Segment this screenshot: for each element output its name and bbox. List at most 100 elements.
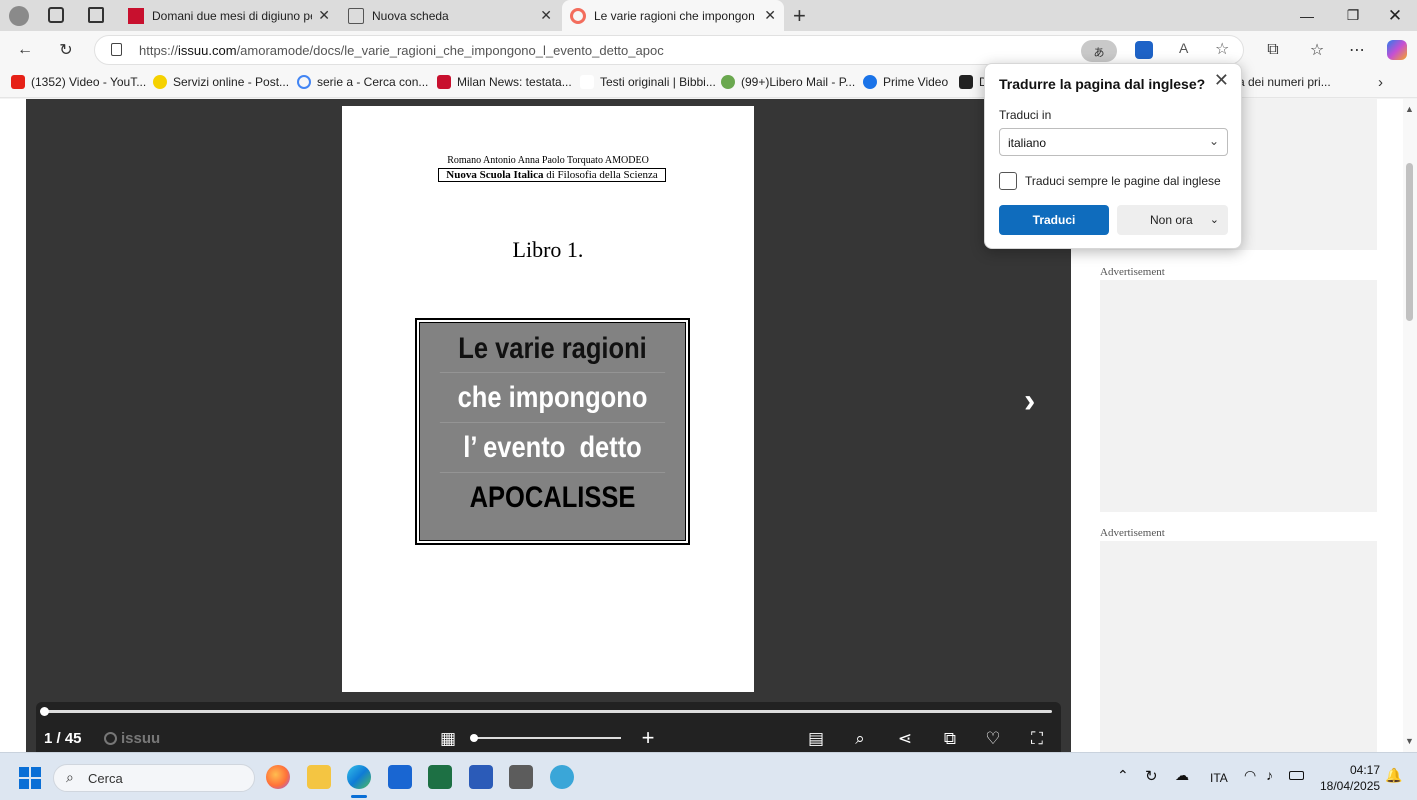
- bookmark-youtube[interactable]: (1352) Video - YouT...: [11, 75, 146, 89]
- zoom-knob[interactable]: [470, 734, 478, 742]
- maximize-button[interactable]: ❐: [1330, 0, 1376, 31]
- refresh-icon[interactable]: ↻: [55, 39, 77, 61]
- workspaces-icon[interactable]: [48, 7, 64, 23]
- tab-strip: Domani due mesi di digiuno per C ✕ Nuova…: [0, 0, 1417, 31]
- issuu-logo-icon: [104, 732, 117, 745]
- like-heart-icon[interactable]: ♡: [982, 729, 1004, 749]
- close-tab-icon[interactable]: ✕: [540, 7, 552, 24]
- favorites-icon[interactable]: ☆: [1306, 39, 1328, 61]
- zoom-slider[interactable]: [470, 734, 621, 742]
- document-author: Romano Antonio Anna Paolo Torquato AMODE…: [447, 155, 649, 166]
- tab-milan-news[interactable]: Domani due mesi di digiuno per C ✕: [120, 0, 338, 31]
- clock-time[interactable]: 04:17: [1350, 763, 1380, 777]
- scroll-down-icon[interactable]: ▼: [1405, 736, 1414, 746]
- notifications-icon[interactable]: 🔔: [1385, 767, 1402, 784]
- word-icon[interactable]: [469, 765, 493, 789]
- tab-actions-icon[interactable]: [88, 7, 104, 23]
- google-icon: [297, 75, 311, 89]
- add-to-stack-icon[interactable]: ⧉: [939, 729, 961, 749]
- fullscreen-icon[interactable]: ⛶: [1026, 729, 1048, 749]
- bookmark-google[interactable]: serie a - Cerca con...: [297, 75, 428, 89]
- calculator-icon[interactable]: [509, 765, 533, 789]
- lock-icon[interactable]: [111, 43, 122, 56]
- ad-label: Advertisement: [1100, 266, 1165, 278]
- progress-knob[interactable]: [40, 707, 49, 716]
- title-line-2: che impongono: [439, 373, 666, 423]
- show-hidden-icons-icon[interactable]: ⌃: [1117, 767, 1129, 784]
- read-aloud-icon[interactable]: A: [1179, 40, 1188, 56]
- chevron-down-icon[interactable]: ⌄: [1210, 213, 1219, 226]
- search-icon[interactable]: ⌕: [849, 729, 871, 749]
- wifi-icon[interactable]: ◠: [1244, 767, 1256, 784]
- close-tab-icon[interactable]: ✕: [764, 7, 776, 24]
- network-app-icon[interactable]: [550, 765, 574, 789]
- title-line-3: l’ evento detto: [439, 423, 666, 473]
- bookmark-prime-video[interactable]: Prime Video: [863, 75, 948, 89]
- language-select[interactable]: italiano ⌄: [999, 128, 1228, 156]
- issuu-viewer[interactable]: Romano Antonio Anna Paolo Torquato AMODE…: [26, 99, 1071, 752]
- next-page-chevron-icon[interactable]: ›: [1024, 382, 1035, 421]
- extension-badge-icon[interactable]: [1135, 41, 1153, 59]
- grid-view-icon[interactable]: ▦: [437, 729, 459, 749]
- close-icon[interactable]: ✕: [1214, 70, 1229, 91]
- favorite-star-icon[interactable]: ☆: [1215, 39, 1229, 59]
- chevron-down-icon: ⌄: [1208, 134, 1219, 148]
- bookmark-numeri[interactable]: a dei numeri pri...: [1238, 75, 1331, 89]
- document-title-box: Le varie ragioni che impongono l’ evento…: [415, 318, 690, 545]
- translate-button[interactable]: Traduci: [999, 205, 1109, 235]
- zoom-in-icon[interactable]: +: [637, 725, 659, 751]
- taskbar-search-input[interactable]: ⌕ Cerca: [53, 764, 255, 792]
- bookmarks-more-icon[interactable]: ›: [1378, 74, 1383, 91]
- page-progress-slider[interactable]: [40, 707, 1052, 716]
- ad-slot: [1100, 280, 1377, 512]
- new-tab-button[interactable]: +: [793, 3, 806, 29]
- share-icon[interactable]: ⋖: [894, 729, 916, 749]
- tab-label: Nuova scheda: [372, 8, 449, 23]
- start-windows-icon[interactable]: [19, 767, 41, 789]
- document-page: Romano Antonio Anna Paolo Torquato AMODE…: [342, 106, 754, 692]
- translate-icon[interactable]: あ: [1081, 40, 1117, 62]
- tab-label: Le varie ragioni che impongono l': [594, 8, 754, 23]
- page-indicator: 1 / 45: [44, 730, 82, 747]
- libero-icon: [721, 75, 735, 89]
- tab-issuu[interactable]: Le varie ragioni che impongono l' ✕: [562, 0, 784, 31]
- store-icon[interactable]: [388, 765, 412, 789]
- bookmark-bibbia[interactable]: Testi originali | Bibbi...: [580, 75, 716, 89]
- bookmark-libero[interactable]: (99+)Libero Mail - P...: [721, 75, 855, 89]
- edge-icon[interactable]: [347, 765, 371, 789]
- firefox-icon[interactable]: [266, 765, 290, 789]
- back-icon[interactable]: ←: [14, 39, 36, 61]
- page-scrollbar[interactable]: ▲ ▼: [1403, 99, 1417, 752]
- onedrive-icon[interactable]: ☁: [1175, 767, 1189, 784]
- bookmark-poste[interactable]: Servizi online - Post...: [153, 75, 289, 89]
- not-now-button[interactable]: Non ora ⌄: [1117, 205, 1228, 235]
- tab-label: Domani due mesi di digiuno per C: [152, 8, 312, 23]
- file-explorer-icon[interactable]: [307, 765, 331, 789]
- sync-icon[interactable]: ↻: [1145, 767, 1158, 785]
- document-book: Libro 1.: [512, 237, 584, 262]
- volume-icon[interactable]: ♪: [1266, 767, 1273, 783]
- scrollbar-thumb[interactable]: [1406, 163, 1413, 321]
- extensions-icon[interactable]: ⧉: [1262, 39, 1284, 61]
- bookmark-milan-news[interactable]: Milan News: testata...: [437, 75, 572, 89]
- address-bar[interactable]: https://issuu.com/amoramode/docs/le_vari…: [94, 35, 1244, 65]
- more-menu-icon[interactable]: ⋯: [1346, 39, 1368, 61]
- minimize-button[interactable]: —: [1284, 0, 1330, 31]
- close-tab-icon[interactable]: ✕: [318, 7, 330, 24]
- battery-icon[interactable]: [1289, 771, 1304, 780]
- close-window-button[interactable]: ✕: [1372, 0, 1417, 31]
- copilot-icon[interactable]: [1387, 40, 1407, 60]
- reader-mode-icon[interactable]: ▤: [805, 729, 827, 749]
- always-translate-checkbox[interactable]: [999, 172, 1017, 190]
- profile-icon[interactable]: [9, 6, 29, 26]
- clock-date[interactable]: 18/04/2025: [1320, 779, 1380, 793]
- title-line-1: Le varie ragioni: [439, 323, 666, 373]
- issuu-logo: issuu: [104, 730, 160, 747]
- page-left-margin: [0, 99, 26, 752]
- input-language[interactable]: ITA: [1210, 771, 1228, 785]
- excel-icon[interactable]: [428, 765, 452, 789]
- url-text[interactable]: https://issuu.com/amoramode/docs/le_vari…: [139, 43, 664, 58]
- scroll-up-icon[interactable]: ▲: [1405, 104, 1414, 114]
- tab-new[interactable]: Nuova scheda ✕: [340, 0, 560, 31]
- translate-popup: Tradurre la pagina dal inglese? ✕ Traduc…: [984, 63, 1242, 249]
